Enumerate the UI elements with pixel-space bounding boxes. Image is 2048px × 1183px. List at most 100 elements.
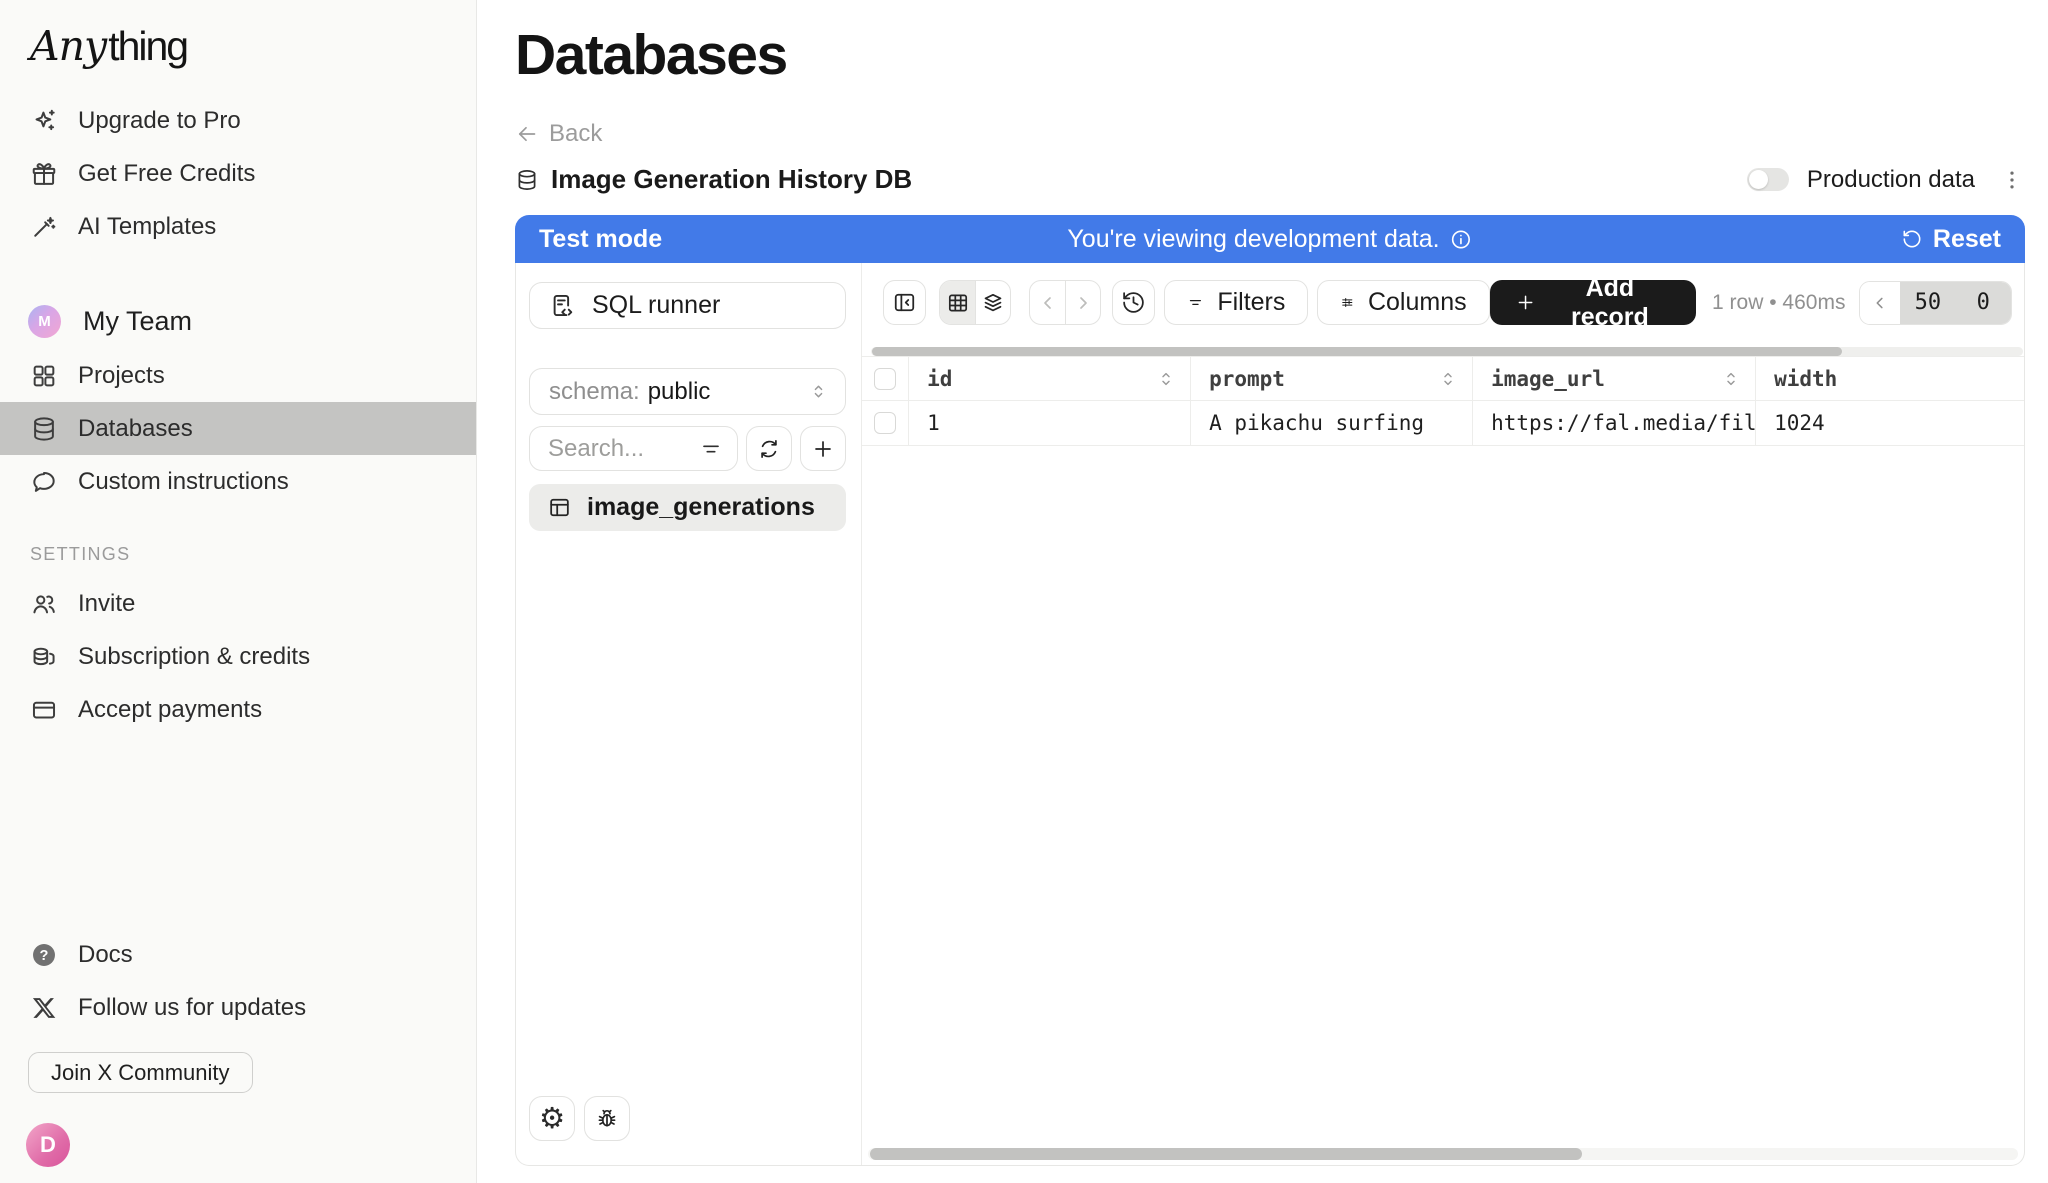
page-offset-value[interactable]: 0 [1956, 282, 2011, 324]
refresh-icon [757, 437, 781, 461]
help-icon: ? [30, 941, 58, 969]
filters-button[interactable]: Filters [1164, 280, 1308, 325]
cell-prompt[interactable]: A pikachu surfing [1190, 401, 1472, 445]
column-header-image-url[interactable]: image_url [1472, 357, 1755, 400]
scrollbar-thumb[interactable] [870, 1148, 1582, 1160]
column-header-width[interactable]: width [1755, 357, 2024, 400]
arrow-left-icon [515, 122, 539, 146]
sql-runner-label: SQL runner [592, 291, 720, 320]
sidebar-item-label: Docs [78, 941, 133, 969]
filter-lines-icon[interactable] [699, 437, 723, 461]
team-avatar: M [28, 305, 61, 338]
user-avatar[interactable]: D [26, 1123, 70, 1167]
add-table-button[interactable] [800, 426, 846, 471]
debug-button[interactable] [584, 1096, 630, 1141]
app-logo[interactable]: Anything [30, 20, 476, 72]
settings-heading: SETTINGS [30, 544, 476, 565]
kebab-menu-icon[interactable] [1999, 167, 2025, 193]
cell-image-url[interactable]: https://fal.media/file… [1472, 401, 1755, 445]
history-icon [1121, 290, 1146, 315]
database-name: Image Generation History DB [551, 164, 912, 195]
add-record-button[interactable]: Add record [1490, 280, 1696, 325]
sidebar-item-label: Follow us for updates [78, 994, 306, 1022]
page-nav [1029, 280, 1101, 325]
wand-icon [30, 213, 58, 241]
plus-icon [811, 437, 835, 461]
cell-width[interactable]: 1024 [1755, 401, 2024, 445]
reset-button[interactable]: Reset [1901, 225, 2001, 254]
page-size-value[interactable]: 50 [1900, 282, 1955, 324]
sql-runner-button[interactable]: SQL runner [529, 282, 846, 329]
x-logo-icon [30, 994, 58, 1022]
info-icon[interactable] [1450, 228, 1473, 251]
production-data-toggle[interactable] [1747, 168, 1789, 191]
back-label: Back [549, 120, 602, 148]
plus-icon [1515, 291, 1536, 314]
sidebar-item-docs[interactable]: ? Docs [0, 928, 476, 981]
tables-panel: SQL runner schema: public [516, 263, 862, 1165]
logo-serif-part: Any [30, 22, 106, 70]
sidebar-item-label: Accept payments [78, 696, 262, 724]
sidebar-item-label: Projects [78, 362, 165, 390]
chevron-left-icon [1869, 292, 1891, 314]
sort-icon[interactable] [1156, 369, 1176, 389]
table-icon [547, 495, 572, 520]
table-list-item-image-generations[interactable]: image_generations [529, 484, 846, 531]
test-mode-label: Test mode [539, 225, 662, 254]
column-label: prompt [1209, 367, 1285, 391]
layers-view-button[interactable] [975, 281, 1010, 324]
sidebar-item-get-free-credits[interactable]: Get Free Credits [0, 147, 476, 200]
chevron-up-down-icon [808, 381, 829, 402]
sidebar: Anything Upgrade to Pro Get Free Credits… [0, 0, 477, 1183]
columns-label: Columns [1368, 288, 1467, 317]
history-button[interactable] [1112, 280, 1155, 325]
database-card: Test mode You're viewing development dat… [515, 215, 2025, 1166]
sidebar-item-projects[interactable]: Projects [0, 349, 476, 402]
sidebar-item-accept-payments[interactable]: Accept payments [0, 683, 476, 736]
horizontal-scrollbar-top[interactable] [871, 347, 2023, 356]
join-x-community-button[interactable]: Join X Community [28, 1052, 253, 1093]
columns-button[interactable]: Columns [1317, 280, 1489, 325]
prev-page-button[interactable] [1030, 281, 1065, 324]
schema-select[interactable]: schema: public [529, 368, 846, 415]
sidebar-item-databases[interactable]: Databases [0, 402, 476, 455]
sort-icon[interactable] [1438, 369, 1458, 389]
refresh-tables-button[interactable] [746, 426, 792, 471]
database-icon [30, 415, 58, 443]
table-view-button[interactable] [940, 281, 975, 324]
next-page-button[interactable] [1065, 281, 1100, 324]
column-header-id[interactable]: id [908, 357, 1190, 400]
data-table: id prompt image_url width [862, 356, 2024, 446]
column-label: width [1774, 367, 1837, 391]
table-row[interactable]: 1 A pikachu surfing https://fal.media/fi… [862, 401, 2024, 446]
back-link[interactable]: Back [515, 120, 602, 148]
sort-icon[interactable] [1721, 369, 1741, 389]
sidebar-item-follow-updates[interactable]: Follow us for updates [0, 981, 476, 1034]
filters-label: Filters [1217, 288, 1285, 317]
sidebar-item-ai-templates[interactable]: AI Templates [0, 200, 476, 253]
sidebar-item-invite[interactable]: Invite [0, 577, 476, 630]
pagination-control: 50 0 [1859, 281, 2012, 325]
banner-message: You're viewing development data. [1067, 225, 1439, 254]
search-input[interactable] [548, 435, 699, 463]
sidebar-item-upgrade-to-pro[interactable]: Upgrade to Pro [0, 94, 476, 147]
cell-id[interactable]: 1 [908, 401, 1190, 445]
settings-button[interactable]: ⚙ [529, 1096, 575, 1141]
row-checkbox[interactable] [874, 412, 896, 434]
column-label: image_url [1491, 367, 1605, 391]
sidebar-item-custom-instructions[interactable]: Custom instructions [0, 455, 476, 508]
select-all-cell [862, 357, 908, 400]
sidebar-item-label: Custom instructions [78, 468, 289, 496]
sidebar-item-subscription-credits[interactable]: Subscription & credits [0, 630, 476, 683]
test-mode-banner: Test mode You're viewing development dat… [515, 215, 2025, 263]
horizontal-scrollbar-bottom[interactable] [868, 1148, 2018, 1160]
layers-icon [981, 291, 1005, 315]
sidebar-item-label: Upgrade to Pro [78, 107, 241, 135]
team-switcher[interactable]: M My Team [0, 293, 476, 349]
select-all-checkbox[interactable] [874, 368, 896, 390]
collapse-panel-button[interactable] [883, 280, 926, 325]
column-header-prompt[interactable]: prompt [1190, 357, 1472, 400]
users-icon [30, 590, 58, 618]
scrollbar-thumb[interactable] [872, 347, 1842, 356]
pager-prev-button[interactable] [1860, 282, 1900, 324]
